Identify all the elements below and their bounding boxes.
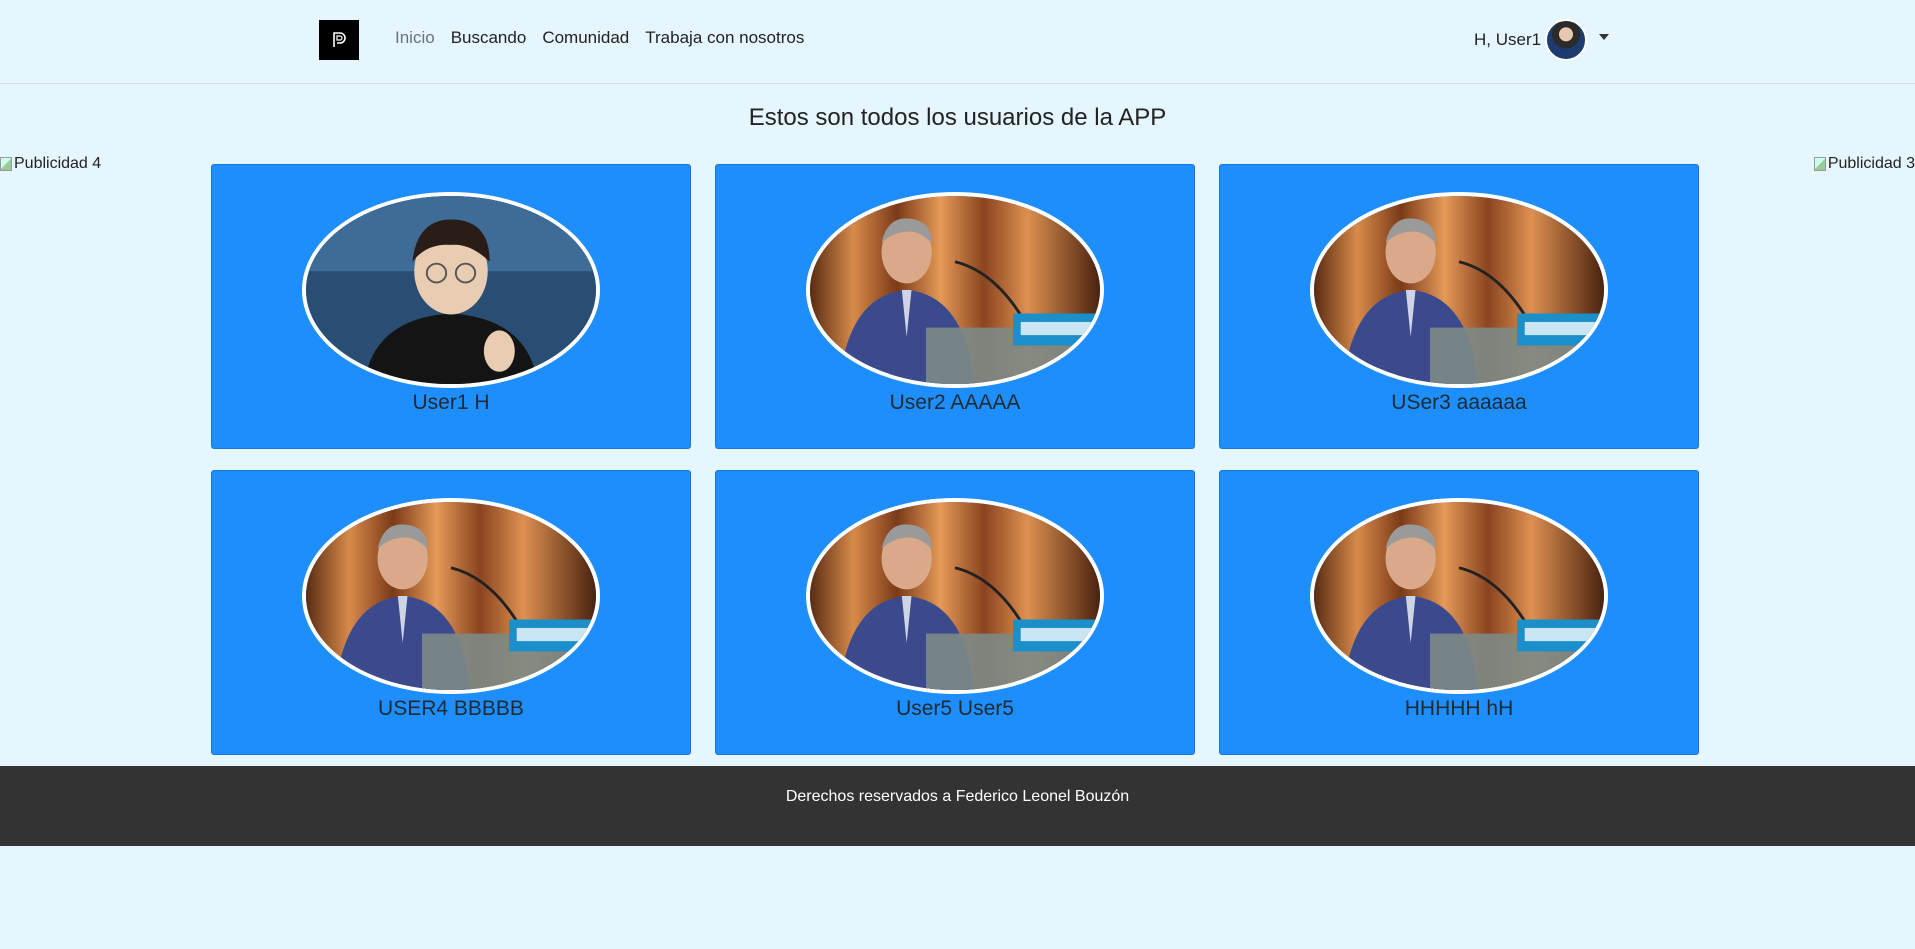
nav-link-buscando[interactable]: Buscando — [451, 28, 527, 48]
speaker-podium-photo — [1314, 196, 1604, 384]
ad-right-alt: Publicidad 3 — [1827, 155, 1915, 172]
user-name: User2 AAAAA — [889, 391, 1021, 414]
user-name: User1 H — [412, 391, 490, 414]
nav-links: Inicio Buscando Comunidad Trabaja con no… — [395, 28, 804, 48]
user-card[interactable]: HHHHH hH — [1219, 470, 1699, 755]
user-photo — [806, 192, 1104, 388]
user-name: User5 User5 — [896, 697, 1014, 720]
user-photo — [302, 192, 600, 388]
speaker-podium-photo — [810, 196, 1100, 384]
user-card[interactable]: USER4 BBBBB — [211, 470, 691, 755]
nav-link-inicio[interactable]: Inicio — [395, 28, 435, 48]
ad-right[interactable]: Publicidad 3 — [1813, 155, 1915, 173]
user-name: USer3 aaaaaa — [1391, 391, 1527, 414]
user-photo — [806, 498, 1104, 694]
user-photo — [1310, 192, 1608, 388]
user-card[interactable]: User5 User5 — [715, 470, 1195, 755]
user-greeting: H, User1 — [1474, 30, 1542, 49]
page-title: Estos son todos los usuarios de la APP — [748, 104, 1167, 131]
young-man-glasses-photo — [306, 196, 596, 384]
brand-logo[interactable] — [319, 20, 359, 60]
speaker-podium-photo — [1314, 502, 1604, 690]
footer: Derechos reservados a Federico Leonel Bo… — [0, 766, 1915, 846]
user-photo — [302, 498, 600, 694]
nav-link-comunidad[interactable]: Comunidad — [542, 28, 629, 48]
footer-text: Derechos reservados a Federico Leonel Bo… — [785, 788, 1130, 805]
broken-image-icon — [1813, 157, 1826, 171]
user-card[interactable]: User1 H — [211, 164, 691, 449]
speaker-podium-photo — [810, 502, 1100, 690]
user-name: HHHHH hH — [1404, 697, 1514, 720]
caret-down-icon[interactable] — [1599, 34, 1610, 40]
broken-image-icon — [0, 157, 12, 171]
speaker-podium-photo — [306, 502, 596, 690]
users-grid: User1 H User2 AAAAA USer3 aaaaaa USER4 B… — [211, 164, 1699, 755]
user-name: USER4 BBBBB — [378, 697, 524, 720]
user-card[interactable]: User2 AAAAA — [715, 164, 1195, 449]
nav-link-trabaja[interactable]: Trabaja con nosotros — [645, 28, 804, 48]
user-menu-dropdown[interactable]: H, User1 — [1474, 18, 1610, 62]
ad-left[interactable]: Publicidad 4 — [0, 155, 101, 173]
user-photo — [1310, 498, 1608, 694]
logo-icon — [333, 32, 346, 47]
user-card[interactable]: USer3 aaaaaa — [1219, 164, 1699, 449]
ad-left-alt: Publicidad 4 — [14, 155, 102, 172]
user-avatar[interactable] — [1545, 19, 1588, 61]
navbar: Inicio Buscando Comunidad Trabaja con no… — [0, 0, 1915, 84]
